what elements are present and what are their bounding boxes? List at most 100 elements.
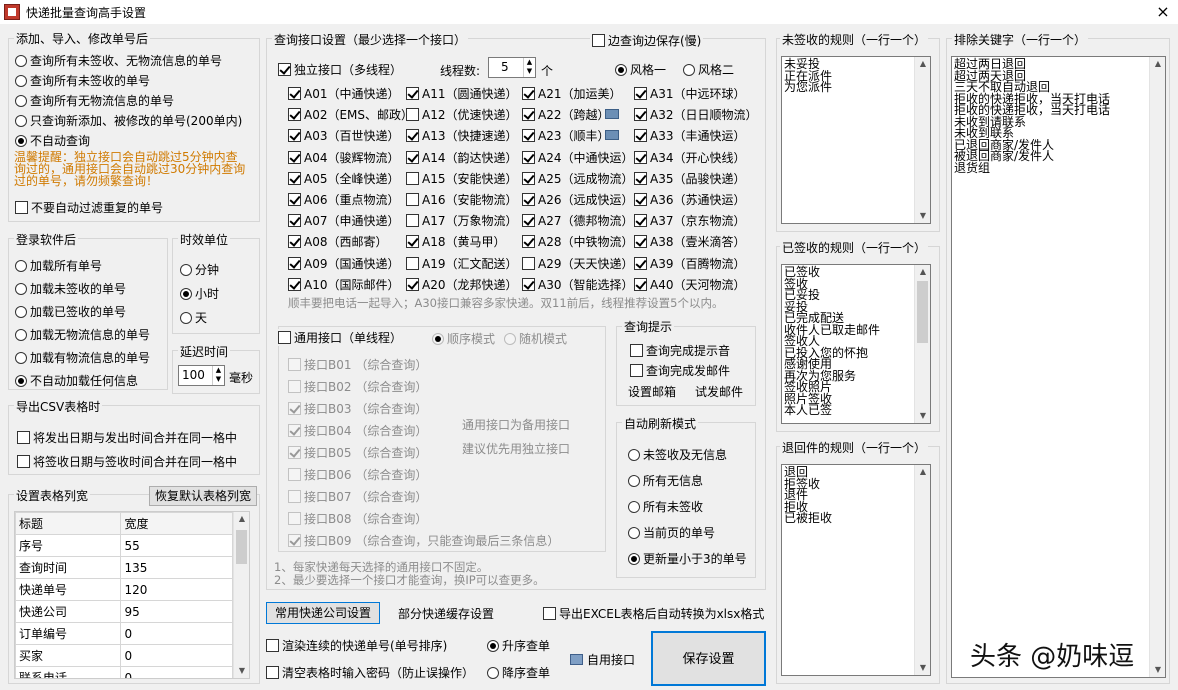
spin-arrows[interactable]: ▲ ▼ bbox=[212, 366, 224, 385]
checkbox-box[interactable] bbox=[406, 277, 419, 291]
checkbox-box[interactable] bbox=[288, 256, 301, 270]
checkbox-box[interactable] bbox=[634, 129, 647, 143]
checkbox-box[interactable] bbox=[522, 256, 535, 270]
api-0-6[interactable]: A07（申通快递） bbox=[288, 212, 399, 229]
radio-circle[interactable] bbox=[628, 552, 640, 565]
add-option-4[interactable]: 不自动查询 bbox=[15, 132, 90, 149]
general-item-7[interactable]: 接口B08 （综合查询） bbox=[288, 510, 427, 527]
api-2-0[interactable]: A21（加运美） bbox=[522, 85, 621, 102]
api-3-5[interactable]: A36（苏通快运） bbox=[634, 191, 745, 208]
api-1-8[interactable]: A19（汇文配送） bbox=[406, 255, 517, 272]
checkbox-box[interactable] bbox=[522, 171, 535, 185]
refresh-option-1[interactable]: 所有无信息 bbox=[628, 472, 703, 489]
checkbox-box[interactable] bbox=[522, 87, 535, 100]
checkbox-box[interactable] bbox=[288, 490, 301, 503]
checkbox-box[interactable] bbox=[406, 171, 419, 185]
checkbox-box[interactable] bbox=[634, 256, 647, 270]
checkbox-box[interactable] bbox=[288, 380, 301, 393]
excel-convert-checkbox[interactable]: 导出EXCEL表格后自动转换为xlsx格式 bbox=[543, 605, 764, 622]
checkbox-box[interactable] bbox=[406, 193, 419, 206]
sort-option-0[interactable]: 升序查单 bbox=[487, 637, 550, 654]
notice-option-0[interactable]: 查询完成提示音 bbox=[630, 342, 730, 359]
checkbox-box[interactable] bbox=[406, 108, 419, 122]
checkbox-box[interactable] bbox=[630, 364, 643, 377]
general-item-4[interactable]: 接口B05 （综合查询） bbox=[288, 444, 427, 461]
table-row[interactable]: 买家 0 bbox=[15, 644, 233, 667]
radio-circle[interactable] bbox=[487, 639, 499, 652]
api-2-7[interactable]: A28（中铁物流） bbox=[522, 233, 633, 250]
test-mail-button[interactable]: 试发邮件 bbox=[695, 383, 743, 400]
checkbox-box[interactable] bbox=[634, 235, 647, 249]
checkbox-box[interactable] bbox=[288, 358, 301, 371]
api-2-1[interactable]: A22（跨越） bbox=[522, 106, 609, 123]
radio-circle[interactable] bbox=[15, 74, 27, 87]
api-2-3[interactable]: A24（中通快运） bbox=[522, 149, 633, 166]
add-option-2[interactable]: 查询所有无物流信息的单号 bbox=[15, 92, 174, 109]
scroll-thumb[interactable] bbox=[917, 281, 928, 343]
column-width-cell[interactable]: 120 bbox=[120, 578, 233, 601]
api-1-0[interactable]: A11（圆通快递） bbox=[406, 85, 517, 102]
checkbox-box[interactable] bbox=[288, 468, 301, 481]
return-scrollbar[interactable]: ▲ ▼ bbox=[914, 465, 930, 675]
checkbox-box[interactable] bbox=[634, 193, 647, 206]
setup-mail-button[interactable]: 设置邮箱 bbox=[628, 383, 676, 400]
threads-input[interactable]: 5 ▲ ▼ bbox=[488, 57, 536, 78]
timeunit-option-1[interactable]: 小时 bbox=[180, 285, 219, 302]
api-1-7[interactable]: A18（黄马甲） bbox=[406, 233, 505, 250]
radio-circle[interactable] bbox=[15, 328, 27, 341]
checkbox-box[interactable] bbox=[288, 534, 301, 547]
login-option-2[interactable]: 加载已签收的单号 bbox=[15, 303, 126, 320]
radio-circle[interactable] bbox=[15, 374, 27, 387]
api-0-0[interactable]: A01（中通快递） bbox=[288, 85, 399, 102]
checkbox-box[interactable] bbox=[266, 666, 279, 679]
api-2-4[interactable]: A25（远成物流） bbox=[522, 170, 633, 187]
general-item-2[interactable]: 接口B03 （综合查询） bbox=[288, 400, 427, 417]
return-rules-textarea[interactable]: 退回 拒签收 退件 拒收 已被拒收 ▲ ▼ bbox=[781, 464, 931, 676]
checkbox-box[interactable] bbox=[288, 87, 301, 100]
checkbox-box[interactable] bbox=[522, 150, 535, 164]
general-mode-0[interactable]: 顺序模式 bbox=[432, 330, 495, 347]
checkbox-box[interactable] bbox=[288, 277, 301, 291]
scroll-up-icon[interactable]: ▲ bbox=[234, 512, 249, 526]
login-option-5[interactable]: 不自动加载任何信息 bbox=[15, 372, 138, 389]
table-row[interactable]: 序号 55 bbox=[15, 534, 233, 557]
reset-colwidth-button[interactable]: 恢复默认表格列宽 bbox=[149, 486, 257, 506]
save-while-query-checkbox[interactable]: 边查询边保存(慢) bbox=[590, 32, 704, 49]
radio-circle[interactable] bbox=[628, 448, 640, 461]
api-3-6[interactable]: A37（京东物流） bbox=[634, 212, 745, 229]
column-width-cell[interactable]: 0 bbox=[120, 666, 233, 678]
api-1-6[interactable]: A17（万象物流） bbox=[406, 212, 517, 229]
checkbox-box[interactable] bbox=[522, 193, 535, 206]
api-0-2[interactable]: A03（百世快递） bbox=[288, 127, 399, 144]
csv-option-0[interactable]: 将发出日期与发出时间合并在同一格中 bbox=[17, 429, 237, 446]
cache-settings-link[interactable]: 部分快递缓存设置 bbox=[398, 605, 494, 622]
radio-circle[interactable] bbox=[628, 500, 640, 513]
checkbox-box[interactable] bbox=[592, 34, 605, 47]
checkbox-box[interactable] bbox=[288, 214, 301, 228]
radio-circle[interactable] bbox=[180, 287, 192, 300]
checkbox-box[interactable] bbox=[278, 331, 291, 344]
general-item-5[interactable]: 接口B06 （综合查询） bbox=[288, 466, 427, 483]
common-couriers-button[interactable]: 常用快递公司设置 bbox=[266, 602, 380, 624]
table-row[interactable]: 联系电话 0 bbox=[15, 666, 233, 678]
checkbox-box[interactable] bbox=[266, 639, 279, 652]
api-0-5[interactable]: A06（重点物流） bbox=[288, 191, 399, 208]
checkbox-box[interactable] bbox=[522, 129, 535, 143]
checkbox-box[interactable] bbox=[543, 607, 556, 620]
api-2-8[interactable]: A29（天天快递） bbox=[522, 255, 633, 272]
api-3-3[interactable]: A34（开心快线） bbox=[634, 149, 745, 166]
scroll-up-icon[interactable]: ▲ bbox=[915, 57, 930, 71]
api-3-8[interactable]: A39（百腾物流） bbox=[634, 255, 745, 272]
api-1-2[interactable]: A13（快捷速递） bbox=[406, 127, 517, 144]
api-0-1[interactable]: A02（EMS、邮政） bbox=[288, 106, 413, 123]
scroll-up-icon[interactable]: ▲ bbox=[915, 465, 930, 479]
add-option-0[interactable]: 查询所有未签收、无物流信息的单号 bbox=[15, 52, 222, 69]
checkbox-box[interactable] bbox=[288, 129, 301, 143]
api-0-4[interactable]: A05（全峰快递） bbox=[288, 170, 399, 187]
checkbox-box[interactable] bbox=[522, 108, 535, 122]
exclude-keywords-textarea[interactable]: 超过两日退回 超过两天退回 三天不取自动退回 拒收的快递拒收，当天打电话 拒收的快递拒收… bbox=[951, 56, 1166, 678]
radio-circle[interactable] bbox=[15, 134, 27, 147]
radio-circle[interactable] bbox=[615, 63, 627, 76]
checkbox-box[interactable] bbox=[15, 201, 28, 214]
sort-option-1[interactable]: 降序查单 bbox=[487, 664, 550, 681]
